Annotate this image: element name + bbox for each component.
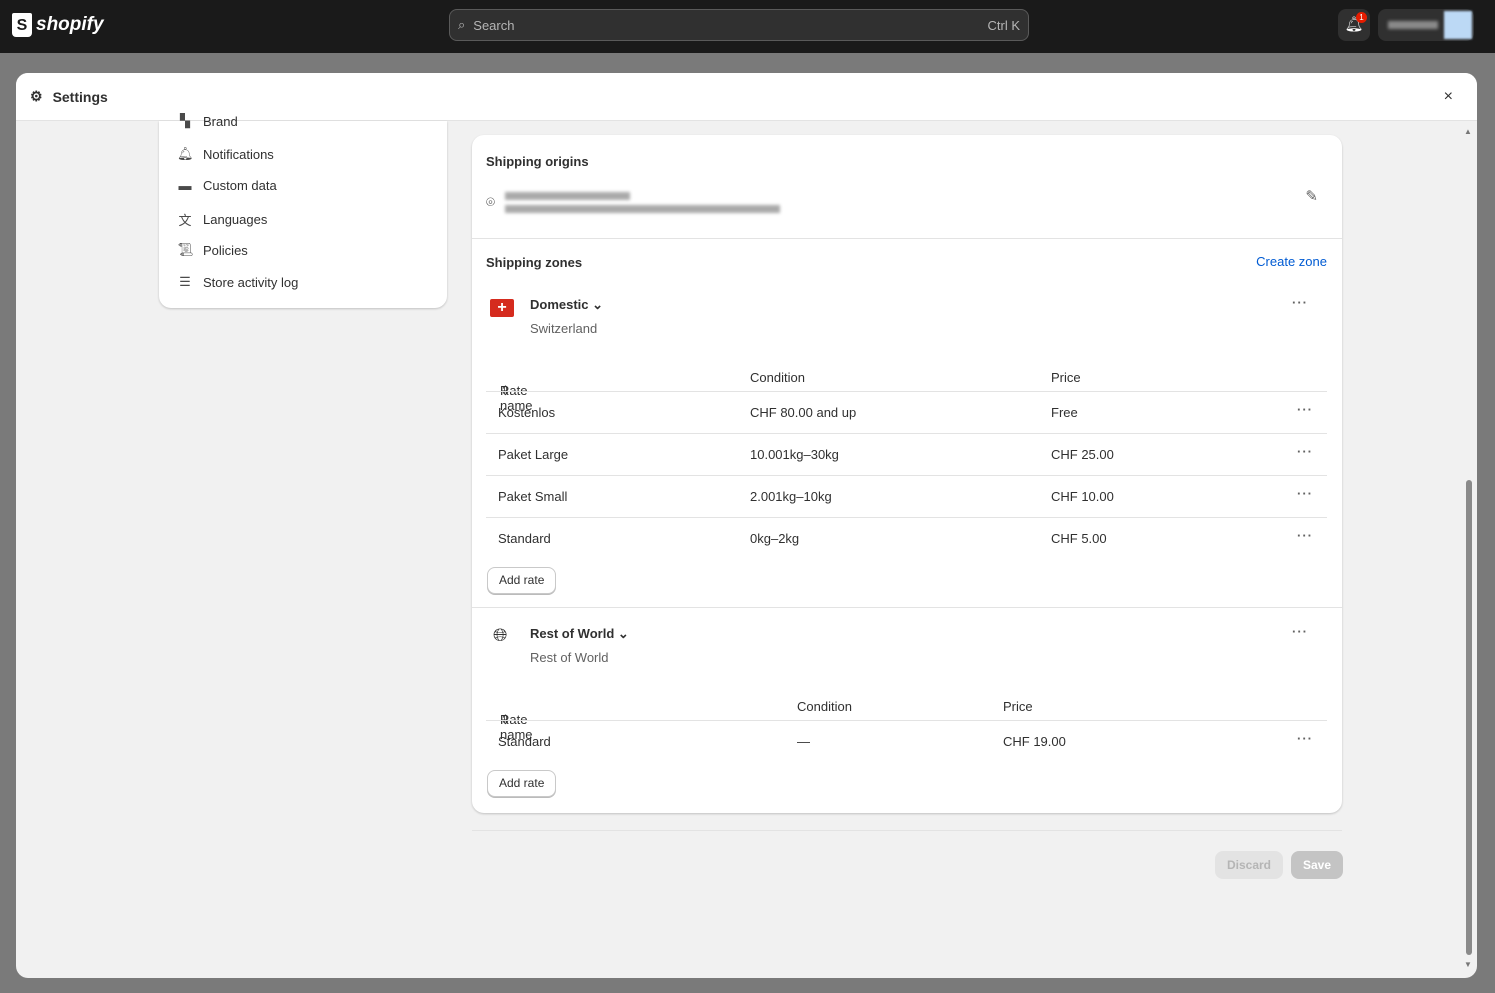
rate-price: CHF 5.00 [1051, 531, 1107, 546]
condition-header: Condition [797, 699, 852, 714]
shipping-origins-title: Shipping origins [486, 154, 589, 169]
price-header: Price [1051, 370, 1081, 385]
scrollbar-thumb[interactable] [1466, 480, 1472, 955]
chevron-down-icon: ⌄ [617, 626, 629, 641]
zone-more-button[interactable]: ··· [1292, 624, 1308, 639]
rate-price: Free [1051, 405, 1078, 420]
row-more-button[interactable]: ··· [1297, 486, 1313, 501]
rate-condition: — [797, 734, 810, 749]
table-row: Paket Small 2.001kg–10kg CHF 10.00 ··· [486, 475, 1327, 517]
bell-icon: 🔔︎ [177, 146, 194, 161]
zone-name-text: Domestic [530, 297, 589, 312]
edit-pencil-icon[interactable]: ✎ [1305, 187, 1318, 205]
condition-header: Condition [750, 370, 805, 385]
rates-table-header: Rate name ⇕ Condition Price [486, 357, 1327, 413]
avatar [1444, 11, 1472, 39]
table-row: Standard 0kg–2kg CHF 5.00 ··· [486, 517, 1327, 559]
save-button[interactable]: Save [1291, 851, 1343, 879]
rate-name: Paket Large [498, 447, 569, 462]
divider [472, 607, 1342, 608]
sidebar-item-label: Policies [203, 242, 248, 258]
sidebar-item-label: Brand [203, 113, 238, 129]
rate-name: Standard [498, 734, 551, 749]
sidebar-item-label: Custom data [203, 178, 277, 193]
row-more-button[interactable]: ··· [1297, 444, 1313, 459]
scroll-down-arrow-icon[interactable]: ▼ [1464, 960, 1472, 969]
scrollbar[interactable]: ▲ ▼ [1463, 125, 1475, 975]
rate-condition: CHF 80.00 and up [750, 405, 857, 420]
rates-table-header: Rate name ⇕ Condition Price [486, 686, 1327, 742]
table-row: Paket Large 10.001kg–30kg CHF 25.00 ··· [486, 433, 1327, 475]
address-line-blurred [505, 192, 631, 200]
zone-name[interactable]: Rest of World ⌄ [530, 626, 629, 642]
search-shortcut: Ctrl K [987, 17, 1021, 33]
address-line-blurred [505, 205, 781, 213]
search-icon: ⌕ [458, 17, 466, 32]
settings-modal: ⚙ Settings × ▚ Brand 🔔︎ Notifications ▬ Cus… [16, 73, 1477, 978]
languages-icon: 文 [178, 213, 192, 228]
sidebar-item-label: Store activity log [203, 274, 299, 290]
create-zone-link[interactable]: Create zone [1256, 254, 1327, 269]
sidebar-item-label: Languages [203, 212, 268, 227]
gear-icon: ⚙ [30, 88, 43, 104]
table-row: Standard — CHF 19.00 ··· [486, 720, 1327, 762]
logo-text: shopify [36, 14, 104, 35]
location-pin-icon: ⌾ [486, 194, 496, 211]
divider [472, 238, 1342, 239]
scroll-up-arrow-icon[interactable]: ▲ [1464, 127, 1472, 136]
row-more-button[interactable]: ··· [1297, 528, 1313, 543]
sidebar-item-notifications[interactable]: 🔔︎ Notifications [177, 146, 274, 162]
list-icon: ☰ [179, 274, 191, 289]
table-row: Kostenlos CHF 80.00 and up Free ··· [486, 391, 1327, 433]
globe-icon: 🌐︎ [493, 625, 508, 645]
divider [472, 830, 1342, 831]
rate-price: CHF 10.00 [1051, 489, 1114, 504]
row-more-button[interactable]: ··· [1297, 402, 1313, 417]
price-header: Price [1003, 699, 1033, 714]
notification-badge: 1 [1356, 12, 1367, 23]
rate-name: Standard [498, 531, 551, 546]
sidebar-item-brand[interactable]: ▚ Brand [177, 113, 238, 129]
top-bar: Sshopify ⌕ Search Ctrl K 🔔︎ 1 [0, 0, 1495, 53]
account-menu[interactable] [1378, 9, 1474, 41]
shopify-bag-icon: S [12, 13, 32, 37]
zone-name-text: Rest of World [530, 626, 615, 641]
shipping-zones-title: Shipping zones [486, 255, 583, 270]
search-input[interactable]: ⌕ Search Ctrl K [449, 9, 1029, 41]
rate-condition: 2.001kg–10kg [750, 489, 832, 504]
settings-sidebar: ▚ Brand 🔔︎ Notifications ▬ Custom data 文 Lan… [159, 113, 447, 308]
sidebar-item-label: Notifications [203, 146, 274, 162]
close-button[interactable]: × [1444, 88, 1463, 106]
zone-region: Rest of World [530, 650, 609, 665]
add-rate-button[interactable]: Add rate [487, 770, 557, 797]
sidebar-item-store-activity-log[interactable]: ☰ Store activity log [177, 274, 298, 290]
shipping-card: Shipping origins ⌾ ✎ Shipping zones Crea… [472, 135, 1342, 813]
rate-condition: 0kg–2kg [750, 531, 800, 546]
sidebar-item-custom-data[interactable]: ▬ Custom data [177, 178, 277, 193]
discard-button[interactable]: Discard [1215, 851, 1283, 879]
brand-icon: ▚ [180, 113, 190, 128]
store-name-blurred [1388, 21, 1438, 29]
shopify-logo[interactable]: Sshopify [12, 13, 104, 37]
custom-data-icon: ▬ [178, 178, 192, 193]
origin-address: ⌾ [486, 187, 781, 218]
chevron-down-icon: ⌄ [592, 297, 604, 312]
rate-condition: 10.001kg–30kg [750, 447, 839, 462]
modal-title: Settings [52, 88, 108, 105]
add-rate-button[interactable]: Add rate [487, 567, 557, 594]
sidebar-item-languages[interactable]: 文 Languages [177, 210, 267, 229]
rate-price: CHF 25.00 [1051, 447, 1114, 462]
row-more-button[interactable]: ··· [1297, 731, 1313, 746]
search-placeholder: Search [473, 17, 515, 33]
sidebar-item-policies[interactable]: 📜︎ Policies [177, 242, 248, 258]
notifications-button[interactable]: 🔔︎ 1 [1338, 9, 1370, 41]
policies-icon: 📜︎ [177, 242, 194, 257]
rate-name: Kostenlos [498, 405, 556, 420]
zone-name[interactable]: Domestic ⌄ [530, 297, 603, 313]
rate-price: CHF 19.00 [1003, 734, 1066, 749]
swiss-flag-icon: + [490, 299, 514, 317]
rate-name: Paket Small [498, 489, 568, 504]
zone-more-button[interactable]: ··· [1292, 295, 1308, 310]
zone-region: Switzerland [530, 321, 598, 336]
